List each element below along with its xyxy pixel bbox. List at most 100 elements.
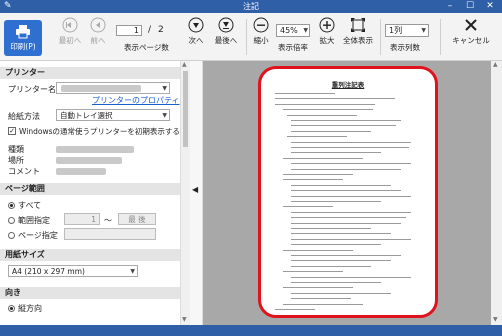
page-spec-radio[interactable] [8,232,15,239]
range-from-input[interactable]: 1 [64,213,100,225]
paper-feed-select[interactable]: 自動トレイ選択 ▼ [56,109,170,121]
columns-value: 1列 [389,26,403,35]
redacted-location [56,157,122,164]
prev-label: 前へ [90,36,106,45]
close-icon[interactable]: ✕ [480,0,500,13]
zoom-in-label: 拡大 [319,36,335,45]
cancel-button[interactable]: キャンセル [448,17,494,46]
page-total: 2 [158,25,164,35]
default-printer-label: Windowsの通常使うプリンターを初期表示する [19,127,180,136]
zoom-select[interactable]: 45% ▼ [276,24,310,37]
range-tilde: 〜 [104,216,112,225]
printer-icon [16,25,30,39]
printer-name-select[interactable]: ▼ [56,82,170,94]
document-text-line [275,98,395,100]
fit-all-label: 全体表示 [343,36,373,45]
last-page-button[interactable]: 最後へ [212,17,240,46]
cancel-icon [465,19,477,31]
last-page-icon [218,17,234,33]
redacted-printer-name [61,85,141,92]
document-text-line [283,109,373,111]
document-text-line [291,184,391,186]
document-text-line [291,201,381,202]
page-spec-input[interactable] [64,228,156,240]
document-text-line [291,276,411,278]
next-page-button[interactable]: 次へ [184,17,208,46]
toolbar-separator [246,19,247,55]
default-printer-checkbox[interactable]: ✓ [8,127,16,135]
printer-name-label: プリンター名 [8,85,56,94]
paper-size-value: A4 (210 x 297 mm) [12,267,85,276]
preview-page: 重列注記表 [258,66,438,318]
document-text-line [283,174,353,175]
maximize-icon[interactable]: ☐ [460,0,480,13]
printer-properties-link[interactable]: プリンターのプロパティ [92,95,180,106]
fit-all-button[interactable]: 全体表示 [342,17,374,46]
document-text-line [283,303,363,305]
chevron-down-icon: ▼ [421,27,426,34]
first-page-button[interactable]: 最初へ [56,17,84,46]
fit-all-icon [351,18,365,32]
document-text-line [291,265,371,267]
paper-size-section-header: 用紙サイズ [0,249,180,261]
document-text-line [291,228,371,229]
scroll-down-icon[interactable]: ▼ [493,316,498,323]
collapse-panel-button[interactable]: ◀ [190,61,203,325]
next-label: 次へ [188,36,204,45]
prev-icon [90,17,106,33]
printer-location-label: 場所 [8,156,24,165]
document-text-line [275,309,315,310]
chevron-down-icon: ▼ [162,85,167,92]
document-text-line [291,190,401,192]
first-page-label: 最初へ [58,36,82,45]
document-text-line [291,125,396,127]
range-all-radio[interactable] [8,202,15,209]
paper-feed-label: 給紙方法 [8,112,40,121]
range-specify-radio[interactable] [8,217,15,224]
document-text-line [287,114,357,116]
cancel-label: キャンセル [452,36,490,45]
printer-type-label: 種類 [8,145,24,154]
document-text-line [283,287,353,289]
document-text-line [291,211,411,213]
document-text-line [275,103,375,105]
next-icon [188,17,204,33]
paper-size-select[interactable]: A4 (210 x 297 mm) ▼ [8,265,138,277]
printer-section-header: プリンター [0,67,180,79]
zoom-in-button[interactable]: 拡大 [316,17,338,46]
scroll-thumb[interactable] [183,71,188,147]
document-text-line [291,195,411,197]
last-page-label: 最後へ [214,36,238,45]
scroll-down-icon[interactable]: ▼ [182,316,187,323]
document-text-line [291,222,401,224]
toolbar-separator [440,19,441,55]
scroll-up-icon[interactable]: ▲ [182,61,187,68]
preview-scrollbar[interactable]: ▲ ▼ [491,61,502,325]
page-number-input[interactable]: 1 [116,25,142,36]
chevron-down-icon: ▼ [303,27,308,34]
portrait-radio[interactable] [8,305,15,312]
prev-page-button[interactable]: 前へ [86,17,110,46]
minimize-icon[interactable]: – [440,0,460,13]
document-text-line [291,255,401,256]
zoom-out-button[interactable]: 縮小 [250,17,272,46]
document-text-line [291,163,411,165]
zoom-out-icon [253,17,269,33]
chevron-down-icon: ▼ [162,112,167,119]
printer-comment-label: コメント [8,167,40,176]
range-all-label: すべて [18,201,42,210]
scroll-up-icon[interactable]: ▲ [493,61,498,68]
zoom-label: 表示倍率 [278,43,308,52]
range-to-input[interactable]: 最 後 [118,213,156,225]
first-page-icon [62,17,78,33]
document-text-line [291,141,411,143]
paper-feed-value: 自動トレイ選択 [60,111,113,120]
redacted-comment [56,168,106,175]
print-button[interactable]: 印刷(P) [4,20,42,56]
range-specify-label: 範囲指定 [18,216,50,225]
columns-select[interactable]: 1列 ▼ [385,24,429,37]
print-label: 印刷(P) [10,42,36,51]
document-text-line [283,271,343,273]
toolbar: 印刷(P) 最初へ 前へ 1 / 2 表示ページ数 次へ 最後へ 縮小 45% … [0,13,502,61]
triangle-left-icon: ◀ [192,185,199,194]
